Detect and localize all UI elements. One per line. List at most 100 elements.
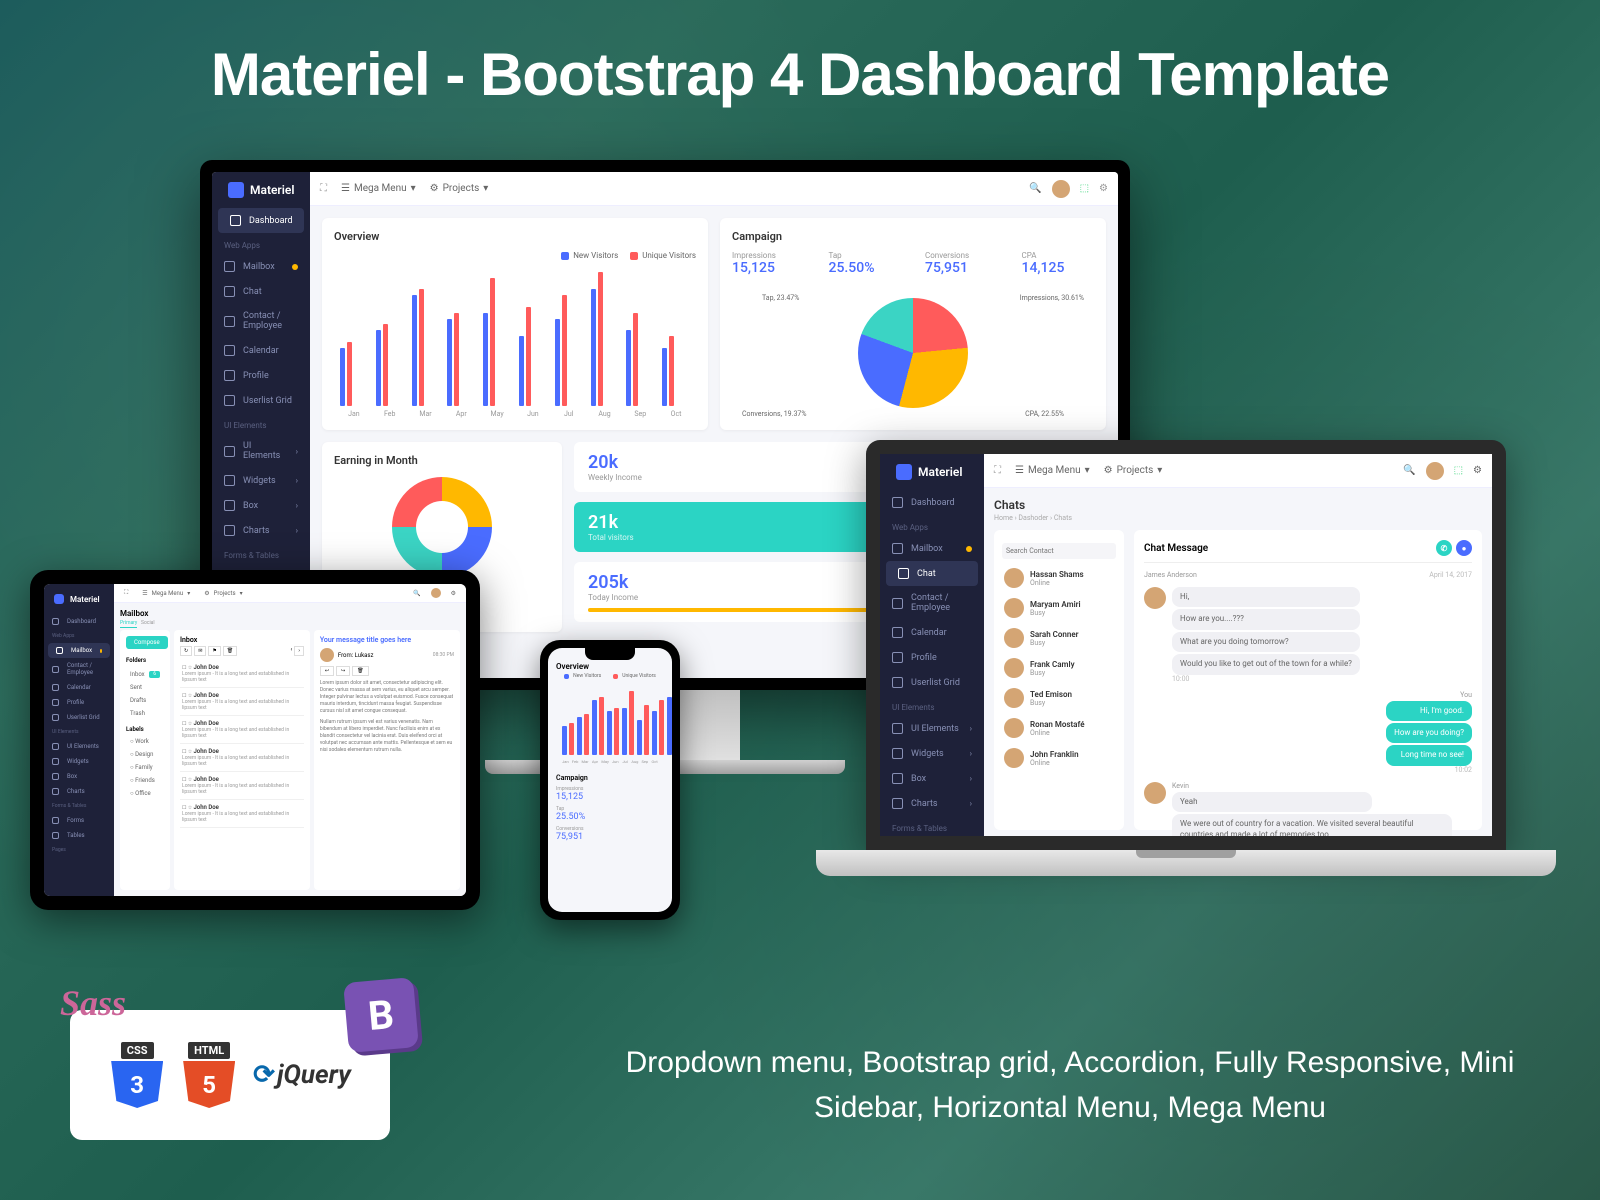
forward-button[interactable]: ↪: [336, 666, 350, 676]
sidebar-item-charts[interactable]: Charts›: [212, 518, 310, 543]
mail-folder[interactable]: Sent: [126, 681, 164, 694]
sidebar-item-uielements[interactable]: UI Elements: [44, 739, 114, 754]
search-icon[interactable]: 🔍: [1029, 183, 1041, 194]
tab-social[interactable]: Social: [141, 620, 155, 626]
topbar: ⛶ ☰ Mega Menu ▾ ⚙ Projects ▾ 🔍 ⬚ ⚙: [984, 454, 1492, 488]
video-icon[interactable]: ●: [1456, 540, 1472, 556]
sidebar-item-userlist[interactable]: Userlist Grid: [212, 388, 310, 413]
brand[interactable]: Materiel: [44, 584, 114, 614]
sidebar-item-widgets[interactable]: Widgets›: [212, 468, 310, 493]
sidebar-item-dashboard[interactable]: Dashboard: [880, 490, 984, 515]
contact-item[interactable]: Frank CamlyBusy: [1002, 653, 1116, 683]
topbar-megamenu[interactable]: ☰ Mega Menu ▾: [341, 183, 416, 194]
phone-icon[interactable]: ✆: [1436, 540, 1452, 556]
mail-folder[interactable]: Inbox6: [126, 668, 164, 681]
toolbar-button[interactable]: ↻: [180, 646, 192, 656]
next-button[interactable]: ›: [294, 646, 304, 656]
search-icon[interactable]: 🔍: [1403, 465, 1415, 476]
contact-item[interactable]: Maryam AmiriBusy: [1002, 593, 1116, 623]
sidebar-item-charts[interactable]: Charts›: [880, 791, 984, 816]
sidebar-item-uielements[interactable]: UI Elements›: [212, 434, 310, 468]
sidebar-item-uielements[interactable]: UI Elements›: [880, 716, 984, 741]
toolbar-button[interactable]: ✉: [194, 646, 206, 656]
sidebar-item-mailbox[interactable]: Mailbox: [48, 643, 110, 658]
sidebar-item-box[interactable]: Box: [44, 769, 114, 784]
notification-icon[interactable]: ⬚: [1454, 465, 1463, 476]
reply-button[interactable]: ↩: [320, 666, 334, 676]
expand-icon[interactable]: ⛶: [994, 465, 1001, 476]
sidebar-item-profile[interactable]: Profile: [44, 695, 114, 710]
sidebar-item-profile[interactable]: Profile: [212, 363, 310, 388]
search-input[interactable]: [1002, 543, 1116, 559]
avatar: [320, 648, 334, 662]
mail-row[interactable]: ☐ ☆ John DoeLorem ipsum - It is a long t…: [180, 772, 304, 800]
mail-row[interactable]: ☐ ☆ John DoeLorem ipsum - It is a long t…: [180, 688, 304, 716]
avatar[interactable]: [1052, 180, 1070, 198]
sidebar-item-tables[interactable]: Tables: [44, 828, 114, 843]
topbar-megamenu[interactable]: ☰ Mega Menu ▾: [1015, 465, 1090, 476]
brand[interactable]: Materiel: [880, 454, 984, 490]
settings-icon[interactable]: ⚙: [451, 590, 456, 597]
settings-icon[interactable]: ⚙: [1099, 183, 1108, 194]
contact-item[interactable]: Hassan ShamsOnline: [1002, 563, 1116, 593]
topbar-projects[interactable]: ⚙ Projects ▾: [204, 590, 242, 597]
avatar[interactable]: [431, 588, 441, 598]
sidebar-item-userlist[interactable]: Userlist Grid: [880, 670, 984, 695]
tab-primary[interactable]: Primary: [120, 620, 137, 628]
mail-row[interactable]: ☐ ☆ John DoeLorem ipsum - It is a long t…: [180, 800, 304, 828]
mail-row[interactable]: ☐ ☆ John DoeLorem ipsum - It is a long t…: [180, 716, 304, 744]
sidebar-item-userlist[interactable]: Userlist Grid: [44, 710, 114, 725]
sidebar-item-box[interactable]: Box›: [212, 493, 310, 518]
pie-label-impressions: Impressions, 30.61%: [1020, 294, 1084, 302]
expand-icon[interactable]: ⛶: [124, 589, 128, 597]
toolbar-button[interactable]: ⚑: [208, 646, 220, 656]
sidebar-item-mailbox[interactable]: Mailbox: [880, 536, 984, 561]
sidebar-item-dashboard[interactable]: Dashboard: [218, 208, 304, 233]
notification-icon[interactable]: ⬚: [1080, 183, 1089, 194]
chart-xlabels: JanFebMarAprMayJunJulAugSepOct: [556, 755, 664, 764]
sidebar-item-widgets[interactable]: Widgets›: [880, 741, 984, 766]
topbar-projects[interactable]: ⚙ Projects ▾: [1104, 465, 1163, 476]
chat-icon: [898, 568, 909, 579]
expand-icon[interactable]: ⛶: [320, 183, 327, 194]
sidebar-item-contact[interactable]: Contact / Employee: [212, 304, 310, 338]
topbar: ⛶ ☰ Mega Menu ▾ ⚙ Projects ▾ 🔍 ⚙: [114, 584, 466, 603]
avatar[interactable]: [1426, 462, 1444, 480]
topbar-megamenu[interactable]: ☰ Mega Menu ▾: [142, 590, 190, 597]
contact-item[interactable]: Sarah ConnerBusy: [1002, 623, 1116, 653]
sidebar-item-charts[interactable]: Charts: [44, 784, 114, 799]
sidebar-item-chat[interactable]: Chat: [886, 561, 978, 586]
sidebar-item-box[interactable]: Box›: [880, 766, 984, 791]
mail-label[interactable]: ○ Friends: [126, 774, 164, 787]
delete-button[interactable]: 🗑: [352, 666, 368, 676]
mail-label[interactable]: ○ Work: [126, 735, 164, 748]
brand[interactable]: Materiel: [212, 172, 310, 208]
sidebar-item-chat[interactable]: Chat: [212, 279, 310, 304]
mail-row[interactable]: ☐ ☆ John DoeLorem ipsum - It is a long t…: [180, 660, 304, 688]
topbar-projects[interactable]: ⚙ Projects ▾: [430, 183, 489, 194]
settings-icon[interactable]: ⚙: [1473, 465, 1482, 476]
sidebar-item-contact[interactable]: Contact / Employee: [880, 586, 984, 620]
sidebar-item-calendar[interactable]: Calendar: [880, 620, 984, 645]
contact-item[interactable]: Ted EmisonBusy: [1002, 683, 1116, 713]
sidebar-item-calendar[interactable]: Calendar: [212, 338, 310, 363]
mail-folder[interactable]: Drafts: [126, 694, 164, 707]
search-icon[interactable]: 🔍: [413, 590, 420, 597]
sidebar-item-mailbox[interactable]: Mailbox: [212, 254, 310, 279]
sidebar-item-forms[interactable]: Forms: [44, 813, 114, 828]
toolbar-button[interactable]: 🗑: [223, 646, 237, 656]
mail-folder[interactable]: Trash: [126, 707, 164, 720]
sidebar-item-contact[interactable]: Contact / Employee: [44, 658, 114, 680]
sidebar-item-profile[interactable]: Profile: [880, 645, 984, 670]
contact-item[interactable]: John FranklinOnline: [1002, 743, 1116, 773]
mail-label[interactable]: ○ Family: [126, 761, 164, 774]
contact-item[interactable]: Ronan MostaféOnline: [1002, 713, 1116, 743]
mail-label[interactable]: ○ Design: [126, 748, 164, 761]
sidebar-item-calendar[interactable]: Calendar: [44, 680, 114, 695]
mail-label[interactable]: ○ Office: [126, 787, 164, 800]
compose-button[interactable]: Compose: [126, 636, 168, 649]
mail-row[interactable]: ☐ ☆ John DoeLorem ipsum - It is a long t…: [180, 744, 304, 772]
sidebar-item-widgets[interactable]: Widgets: [44, 754, 114, 769]
prev-button[interactable]: ‹: [291, 646, 293, 656]
sidebar-item-dashboard[interactable]: Dashboard: [44, 614, 114, 629]
